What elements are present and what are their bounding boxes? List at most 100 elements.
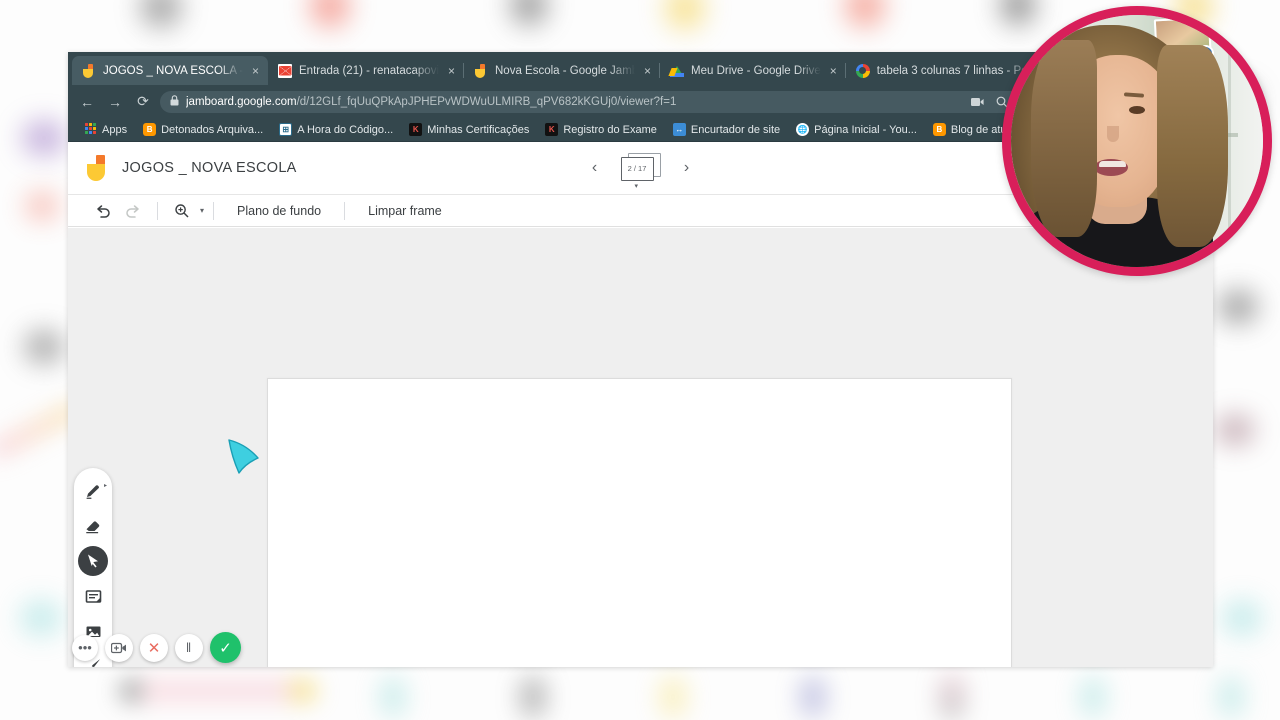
next-frame-button[interactable]: › bbox=[679, 159, 695, 177]
blogger-icon: B bbox=[932, 123, 946, 136]
background-button[interactable]: Plano de fundo bbox=[223, 204, 335, 218]
bookmark-apps[interactable]: Apps bbox=[76, 123, 135, 136]
bg-blob bbox=[26, 192, 58, 220]
tab-title: JOGOS _ NOVA ESCOLA - Goo bbox=[103, 64, 243, 77]
bookmark-detonados[interactable]: B Detonados Arquiva... bbox=[135, 123, 271, 136]
bg-blob bbox=[1220, 676, 1242, 718]
bookmark-registro-do-exame[interactable]: K Registro do Exame bbox=[537, 123, 665, 136]
stop-recording-button[interactable]: ✕ bbox=[140, 633, 168, 662]
k-icon: K bbox=[409, 123, 423, 136]
bg-blob bbox=[310, 0, 350, 28]
cast-icon[interactable] bbox=[968, 93, 986, 111]
presenter-teeth bbox=[1099, 161, 1127, 168]
clear-frame-button[interactable]: Limpar frame bbox=[354, 204, 456, 218]
bookmark-label: Detonados Arquiva... bbox=[161, 123, 264, 136]
webcam-background-wall-edge bbox=[1227, 15, 1231, 267]
grid-icon: ⊞ bbox=[279, 123, 293, 136]
pause-recording-button[interactable]: ‖ bbox=[175, 633, 203, 662]
bg-blob bbox=[665, 0, 705, 30]
bg-blob bbox=[845, 0, 885, 28]
eraser-tool[interactable] bbox=[78, 511, 108, 541]
lock-icon bbox=[170, 95, 179, 108]
frame-navigation: ‹ 2 / 17 ▾ › bbox=[587, 152, 695, 190]
frame-counter[interactable]: 2 / 17 ▾ bbox=[620, 152, 661, 190]
jamboard-icon bbox=[474, 63, 488, 78]
bookmark-label: Página Inicial - You... bbox=[814, 123, 917, 136]
browser-tab-1[interactable]: Entrada (21) - renatacapovilla1 × bbox=[268, 56, 464, 85]
undo-button[interactable] bbox=[88, 198, 118, 224]
tab-title: Entrada (21) - renatacapovilla1 bbox=[299, 64, 439, 77]
chevron-right-icon: ▸ bbox=[103, 483, 107, 489]
address-bar[interactable]: jamboard.google.com/d/12GLf_fqUuQPkApJPH… bbox=[160, 90, 1042, 113]
close-icon[interactable]: × bbox=[828, 65, 839, 77]
bg-blob bbox=[22, 120, 66, 156]
tab-title: tabela 3 colunas 7 linhas - Pes bbox=[876, 64, 1034, 77]
toolbar-divider bbox=[157, 201, 158, 220]
redo-button[interactable] bbox=[118, 198, 148, 224]
reload-icon[interactable]: ⟳ bbox=[132, 91, 154, 113]
more-options-button[interactable]: ••• bbox=[72, 634, 98, 661]
presenter-eye-right bbox=[1129, 105, 1146, 114]
bg-blob bbox=[942, 672, 962, 720]
url-domain: jamboard.google.com bbox=[186, 95, 297, 108]
bookmark-label: Encurtador de site bbox=[690, 123, 781, 136]
bookmark-hora-do-codigo[interactable]: ⊞ A Hora do Código... bbox=[271, 123, 401, 136]
close-icon[interactable]: × bbox=[250, 65, 261, 77]
pen-tool[interactable]: ▸ bbox=[78, 476, 108, 506]
chevron-down-icon: ▾ bbox=[634, 182, 639, 190]
bg-blob bbox=[1218, 290, 1258, 324]
bg-blob bbox=[1082, 676, 1104, 718]
gmail-icon bbox=[278, 63, 292, 78]
zoom-dropdown-caret[interactable]: ▾ bbox=[197, 206, 204, 215]
bg-blob bbox=[802, 676, 824, 718]
bg-blob bbox=[1216, 415, 1254, 445]
blogger-icon: B bbox=[143, 123, 157, 136]
bg-blob bbox=[522, 676, 544, 718]
sticky-note-tool[interactable] bbox=[78, 581, 108, 611]
toolbar-divider bbox=[213, 201, 215, 220]
close-icon[interactable]: × bbox=[642, 65, 653, 77]
bookmark-label: Registro do Exame bbox=[563, 123, 657, 136]
browser-tab-2[interactable]: Nova Escola - Google Jamboar × bbox=[464, 56, 660, 85]
bg-blob bbox=[510, 0, 548, 26]
bg-blob bbox=[24, 330, 64, 364]
bg-blob bbox=[382, 676, 404, 718]
bookmark-label: A Hora do Código... bbox=[297, 123, 394, 136]
bookmark-encurtador[interactable]: ↔ Encurtador de site bbox=[665, 123, 788, 136]
tab-title: Meu Drive - Google Drive bbox=[691, 64, 821, 77]
select-tool[interactable] bbox=[78, 546, 108, 576]
camera-toggle-button[interactable] bbox=[105, 633, 133, 662]
screen-recorder-controls: ••• ✕ ‖ ✓ bbox=[68, 632, 241, 663]
globe-icon: 🌐 bbox=[796, 123, 810, 136]
bookmark-minhas-certificacoes[interactable]: K Minhas Certificações bbox=[401, 123, 537, 136]
google-icon bbox=[855, 63, 870, 78]
toolbar-divider bbox=[344, 201, 346, 220]
presenter-hair-front-left bbox=[1031, 40, 1097, 237]
forward-icon[interactable]: → bbox=[104, 91, 126, 113]
prev-frame-button[interactable]: ‹ bbox=[587, 159, 603, 177]
bg-blob bbox=[20, 600, 62, 636]
bg-blob bbox=[1222, 600, 1262, 636]
browser-tab-0[interactable]: JOGOS _ NOVA ESCOLA - Goo × bbox=[72, 56, 268, 85]
back-icon[interactable]: ← bbox=[76, 91, 98, 113]
url-path: /d/12GLf_fqUuQPkApJPHEPvWDWuULMIRB_qPV68… bbox=[296, 95, 677, 108]
close-icon[interactable]: × bbox=[446, 65, 457, 77]
page-title: JOGOS _ NOVA ESCOLA bbox=[122, 160, 297, 176]
apps-grid-icon bbox=[84, 123, 97, 136]
presenter-webcam-bubble bbox=[1002, 6, 1272, 276]
canvas-pointer-cursor bbox=[225, 436, 261, 476]
jamboard-canvas[interactable] bbox=[267, 378, 1012, 667]
bookmark-label: Apps bbox=[102, 123, 128, 136]
browser-tab-3[interactable]: Meu Drive - Google Drive × bbox=[660, 56, 846, 85]
frame-counter-label: 2 / 17 bbox=[620, 156, 654, 181]
url-text: jamboard.google.com/d/12GLf_fqUuQPkApJPH… bbox=[186, 96, 961, 108]
jamboard-logo bbox=[84, 155, 110, 181]
bg-streak bbox=[118, 678, 318, 704]
bookmark-pagina-inicial[interactable]: 🌐 Página Inicial - You... bbox=[788, 123, 925, 136]
confirm-recording-button[interactable]: ✓ bbox=[210, 632, 241, 663]
zoom-icon[interactable] bbox=[167, 198, 197, 224]
k-icon: K bbox=[545, 123, 559, 136]
bg-blob bbox=[662, 676, 684, 718]
bookmark-label: Minhas Certificações bbox=[427, 123, 530, 136]
bg-blob bbox=[140, 0, 182, 28]
